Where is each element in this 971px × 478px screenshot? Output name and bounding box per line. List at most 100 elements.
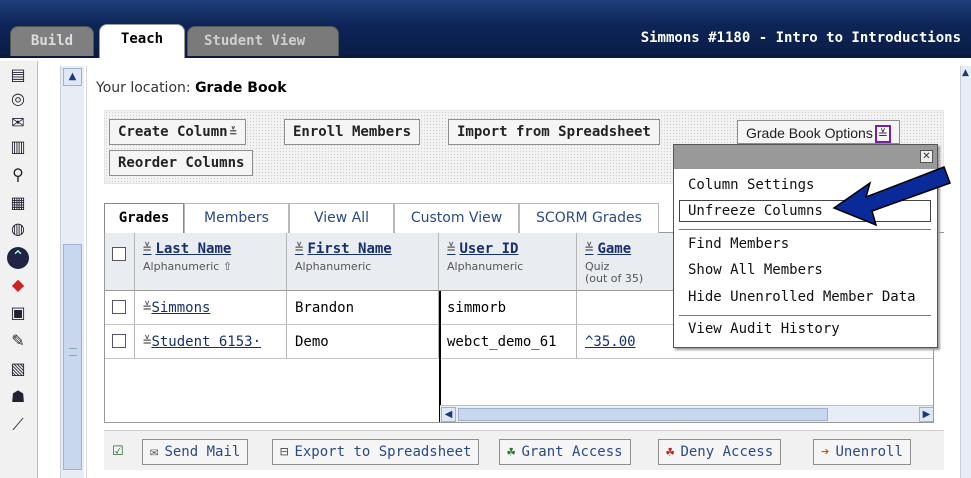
grade-book-options-label: Grade Book Options	[746, 125, 873, 141]
column-header-last-name[interactable]: ≚ Last Name Alphanumeric ⇧	[135, 233, 287, 290]
right-scrollbar[interactable]: ▲	[960, 66, 971, 478]
menu-icon[interactable]: ≚	[874, 125, 891, 143]
send-mail-button[interactable]: ✉ Send Mail	[142, 439, 249, 465]
column-type: Alphanumeric	[447, 260, 524, 273]
action-bar: ☑ ✉ Send Mail ⊟ Export to Spreadsheet ☘ Gra…	[104, 430, 944, 470]
first-name-cell: Demo	[295, 334, 329, 350]
grade-book-options-button[interactable]: Grade Book Options ≚	[737, 120, 900, 144]
grant-access-button[interactable]: ☘ Grant Access	[499, 439, 631, 465]
menu-item-column-settings[interactable]: Column Settings	[688, 177, 814, 193]
grant-label: Grant Access	[521, 444, 623, 460]
menu-icon: ≚	[143, 241, 152, 257]
location-prefix: Your location:	[96, 80, 191, 96]
create-column-label: Create Column	[118, 124, 228, 140]
tab-build[interactable]: Build	[10, 26, 94, 56]
scroll-left-arrow-icon[interactable]: ◀	[441, 407, 456, 422]
user-id-cell: webct_demo_61	[447, 334, 557, 350]
menu-icon: ≚	[585, 241, 594, 257]
pointer-arrow-icon	[832, 166, 951, 227]
tools-icon[interactable]: ◆	[9, 275, 27, 295]
envelope-icon: ✉	[150, 444, 159, 460]
mail-icon[interactable]: ✉	[9, 113, 27, 133]
people-icon[interactable]: ☗	[9, 387, 27, 407]
document-icon[interactable]: ▥	[9, 137, 27, 157]
scroll-thumb[interactable]	[458, 408, 828, 421]
game-score-link[interactable]: ^35.00	[585, 334, 636, 350]
export-spreadsheet-button[interactable]: ⊟ Export to Spreadsheet	[272, 439, 480, 465]
checkmark-icon: ☑	[112, 444, 124, 459]
last-name-link[interactable]: Student 6153·	[151, 334, 261, 350]
select-all-checkbox[interactable]	[112, 247, 126, 261]
column-title: First Name	[307, 241, 392, 257]
export-label: Export to Spreadsheet	[294, 444, 472, 460]
chart-icon[interactable]: ⟋	[9, 415, 27, 435]
last-name-link[interactable]: Simmons	[151, 300, 210, 316]
menu-icon: ≚	[447, 241, 456, 257]
column-title: Game	[597, 241, 632, 257]
users-icon: ☘	[507, 444, 516, 460]
row-cell	[105, 325, 135, 358]
scroll-up-arrow-icon[interactable]: ▲	[962, 68, 971, 86]
column-type: Alphanumeric ⇧	[143, 260, 233, 273]
frozen-column-divider	[439, 291, 441, 422]
deny-label: Deny Access	[680, 444, 774, 460]
tab-teach[interactable]: Teach	[99, 24, 185, 58]
menu-item-hide-unenrolled[interactable]: Hide Unenrolled Member Data	[688, 289, 916, 305]
unenroll-button[interactable]: ➔ Unenroll	[813, 439, 911, 465]
column-points: (out of 35)	[585, 272, 644, 285]
tool-strip: ▤ ◎ ✉ ▥ ⚲ ▦ ◍ ⌃ ◆ ▣ ✎ ▧ ☗ ⟋	[0, 61, 38, 478]
clipboard-icon[interactable]: ▦	[9, 193, 27, 213]
menu-icon: ≚	[229, 125, 237, 139]
globe-icon[interactable]: ◍	[9, 219, 27, 239]
tab-custom-view[interactable]: Custom View	[394, 203, 519, 233]
menu-icon: ≚	[295, 241, 304, 257]
reorder-columns-button[interactable]: Reorder Columns	[109, 150, 254, 176]
unenroll-label: Unenroll	[835, 444, 903, 460]
menu-item-unfreeze-columns[interactable]: Unfreeze Columns	[688, 203, 823, 219]
search-icon[interactable]: ⚲	[9, 165, 27, 185]
send-mail-label: Send Mail	[164, 444, 241, 460]
tab-scorm-grades[interactable]: SCORM Grades	[519, 203, 659, 233]
import-spreadsheet-button[interactable]: Import from Spreadsheet	[448, 119, 660, 145]
first-name-cell: Brandon	[295, 300, 355, 316]
last-name-cell[interactable]: ≚Simmons	[143, 300, 210, 316]
column-header-first-name[interactable]: ≚ First Name Alphanumeric	[287, 233, 439, 290]
pencil-icon[interactable]: ✎	[9, 331, 27, 351]
tab-members[interactable]: Members	[184, 203, 289, 233]
collapse-up-icon[interactable]: ⌃	[7, 247, 29, 269]
main-vertical-scrollbar[interactable]: ▲	[60, 66, 84, 478]
course-title: Simmons #1180 - Intro to Introductions	[640, 30, 961, 46]
row-cell	[105, 291, 135, 324]
syllabus-icon[interactable]: ▤	[9, 65, 27, 85]
breadcrumb: Your location: Grade Book	[96, 80, 287, 96]
column-header-user-id[interactable]: ≚ User ID Alphanumeric	[439, 233, 577, 290]
last-name-cell[interactable]: ≚Student 6153·	[143, 334, 261, 350]
menu-item-view-audit-history[interactable]: View Audit History	[688, 321, 840, 337]
create-column-button[interactable]: Create Column ≚	[109, 119, 246, 145]
column-title: Last Name	[155, 241, 232, 257]
user-id-cell: simmorb	[447, 300, 507, 316]
top-bar: Build Teach Student View Simmons #1180 -…	[0, 0, 971, 58]
menu-item-find-members[interactable]: Find Members	[688, 236, 789, 252]
location-page: Grade Book	[195, 80, 287, 96]
compass-icon[interactable]: ◎	[9, 89, 27, 109]
scroll-thumb[interactable]	[63, 244, 82, 470]
scroll-up-arrow-icon[interactable]: ▲	[63, 68, 82, 86]
users-deny-icon: ☘	[666, 444, 675, 460]
header-checkbox-cell	[105, 233, 135, 290]
tab-grades[interactable]: Grades	[104, 203, 184, 234]
tab-view-all[interactable]: View All	[289, 203, 394, 233]
gradebook-icon[interactable]: ▧	[9, 359, 27, 379]
deny-access-button[interactable]: ☘ Deny Access	[658, 439, 782, 465]
grid-horizontal-scrollbar[interactable]: ◀ ▶	[440, 405, 933, 422]
tab-student-view[interactable]: Student View	[187, 26, 339, 56]
menu-item-show-all-members[interactable]: Show All Members	[688, 262, 823, 278]
column-title: User ID	[459, 241, 519, 257]
pages-icon[interactable]: ▣	[9, 303, 27, 323]
scroll-right-arrow-icon[interactable]: ▶	[919, 407, 933, 422]
unenroll-icon: ➔	[821, 444, 830, 460]
column-type: Alphanumeric	[295, 260, 372, 273]
enroll-members-button[interactable]: Enroll Members	[284, 119, 421, 145]
close-icon[interactable]: ✕	[920, 150, 933, 163]
menu-divider	[679, 315, 931, 316]
